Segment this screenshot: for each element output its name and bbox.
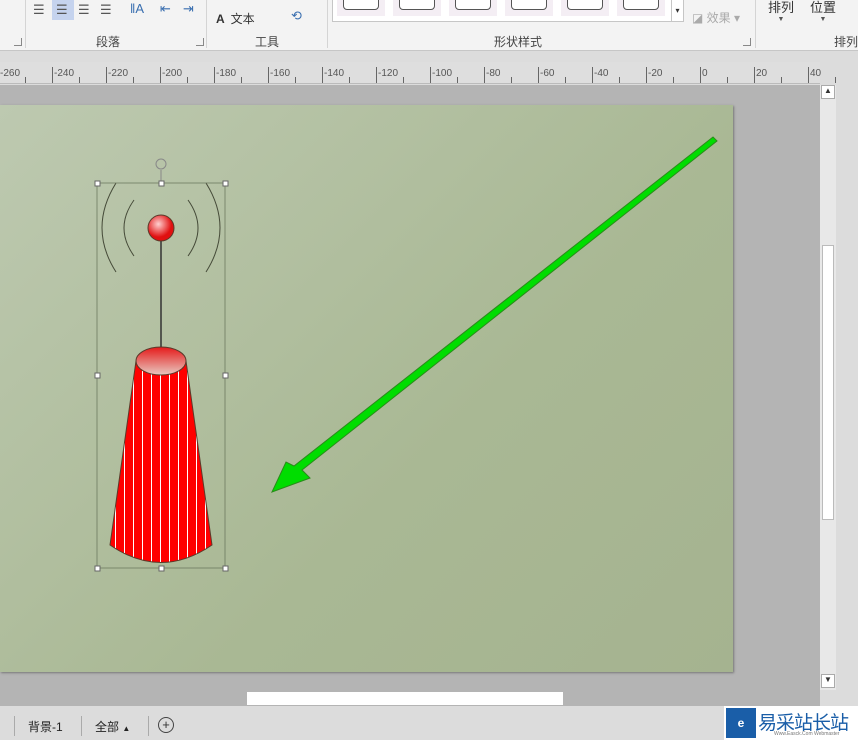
horizontal-scrollbar[interactable]	[0, 690, 820, 706]
ruler-major-tick	[754, 67, 755, 83]
antenna-shape[interactable]	[101, 182, 221, 563]
ribbon: ☰ ☰ ☰ ☰ ‖A ⇤ ⇥ 段落 A 文本 ⟲ 工具 ▾ 形状样式 ◪ 效果 ▾…	[0, 0, 858, 51]
ruler-major-tick	[430, 67, 431, 83]
ruler-minor-tick	[295, 77, 296, 83]
position-button[interactable]: 位置 ▼	[810, 0, 836, 23]
scroll-up-button[interactable]: ▲	[821, 85, 835, 99]
ruler-label: 40	[810, 68, 822, 79]
arrange-button[interactable]: 排列 ▼	[768, 0, 794, 23]
text-tool-label: 文本	[230, 12, 255, 26]
ruler-minor-tick	[565, 77, 566, 83]
paragraph-launcher[interactable]	[196, 38, 204, 46]
ruler-label: -160	[270, 68, 291, 79]
font-launcher[interactable]	[14, 38, 22, 46]
ruler-label: -20	[648, 68, 663, 79]
vertical-scroll-thumb[interactable]	[822, 245, 834, 520]
drawing-canvas[interactable]	[0, 85, 820, 690]
ruler-minor-tick	[79, 77, 80, 83]
justify-icon[interactable]: ☰	[100, 2, 112, 18]
drawing-page[interactable]	[0, 105, 733, 672]
text-direction-icon[interactable]: ‖A	[130, 1, 144, 16]
ruler-minor-tick	[241, 77, 242, 83]
ruler-minor-tick	[25, 77, 26, 83]
green-arrow[interactable]	[271, 136, 718, 493]
ruler-minor-tick	[511, 77, 512, 83]
ruler-major-tick	[808, 67, 809, 83]
ruler-minor-tick	[835, 77, 836, 83]
ruler-label: -220	[108, 68, 129, 79]
align-left-icon[interactable]: ☰	[33, 2, 45, 18]
ruler-minor-tick	[619, 77, 620, 83]
ruler-minor-tick	[781, 77, 782, 83]
add-page-button[interactable]: +	[158, 717, 174, 733]
align-right-icon[interactable]: ☰	[78, 2, 90, 18]
shape-styles-group-label: 形状样式	[494, 35, 543, 49]
ruler-minor-tick	[457, 77, 458, 83]
ruler-major-tick	[646, 67, 647, 83]
decrease-indent-icon[interactable]: ⇤	[160, 1, 171, 17]
ruler-major-tick	[700, 67, 701, 83]
ruler-label: -80	[486, 68, 501, 79]
caret-up-icon: ▲	[122, 724, 131, 733]
ruler-minor-tick	[403, 77, 404, 83]
all-pages-button[interactable]: 全部 ▲	[95, 718, 130, 735]
gallery-more-button[interactable]: ▾	[671, 0, 683, 21]
horizontal-scroll-thumb[interactable]	[247, 692, 563, 705]
ruler-major-tick	[106, 67, 107, 83]
page-tab-background-1[interactable]: 背景-1	[28, 718, 63, 735]
logo-icon: e	[726, 708, 756, 738]
ruler-label: -60	[540, 68, 555, 79]
text-tool-button[interactable]: A 文本	[216, 10, 255, 27]
ruler-major-tick	[214, 67, 215, 83]
arrange-group-label: 排列	[834, 35, 858, 49]
ruler-label: -100	[432, 68, 453, 79]
ruler-label: -140	[324, 68, 345, 79]
ruler-major-tick	[322, 67, 323, 83]
ruler-label: -180	[216, 68, 237, 79]
ruler-label: -240	[54, 68, 75, 79]
increase-indent-icon[interactable]: ⇥	[183, 1, 194, 17]
ruler-minor-tick	[673, 77, 674, 83]
watermark-logo: e 易采站长站 Www.Easck.Com Webmaster	[724, 706, 858, 740]
text-a-icon: A	[216, 12, 225, 26]
shape-style-gallery[interactable]: ▾	[332, 0, 684, 22]
ruler-label: -260	[0, 68, 21, 79]
vertical-scrollbar[interactable]: ▲ ▼	[820, 85, 836, 690]
ruler-label: -120	[378, 68, 399, 79]
ruler-minor-tick	[133, 77, 134, 83]
ruler-major-tick	[376, 67, 377, 83]
ruler-minor-tick	[727, 77, 728, 83]
ruler-major-tick	[538, 67, 539, 83]
ruler-label: 20	[756, 68, 768, 79]
paragraph-group-label: 段落	[96, 35, 121, 49]
align-center-icon[interactable]: ☰	[52, 0, 74, 20]
ruler-major-tick	[484, 67, 485, 83]
ruler-major-tick	[268, 67, 269, 83]
ruler-label: 0	[702, 68, 708, 79]
effects-icon: ◪	[692, 11, 707, 25]
ruler-major-tick	[592, 67, 593, 83]
connection-point-icon[interactable]: ⟲	[291, 8, 302, 24]
scroll-down-button[interactable]: ▼	[821, 674, 835, 688]
ruler-major-tick	[52, 67, 53, 83]
ruler-label: -200	[162, 68, 183, 79]
ruler-minor-tick	[187, 77, 188, 83]
ruler-label: -40	[594, 68, 609, 79]
ruler-minor-tick	[349, 77, 350, 83]
horizontal-ruler: -260 -240 -220 -200 -180 -160 -140 -120 -100 -80-…	[0, 62, 836, 84]
tools-group-label: 工具	[255, 35, 280, 49]
ruler-major-tick	[160, 67, 161, 83]
shape-styles-launcher[interactable]	[743, 38, 751, 46]
effects-button[interactable]: ◪ 效果 ▾	[692, 9, 740, 26]
